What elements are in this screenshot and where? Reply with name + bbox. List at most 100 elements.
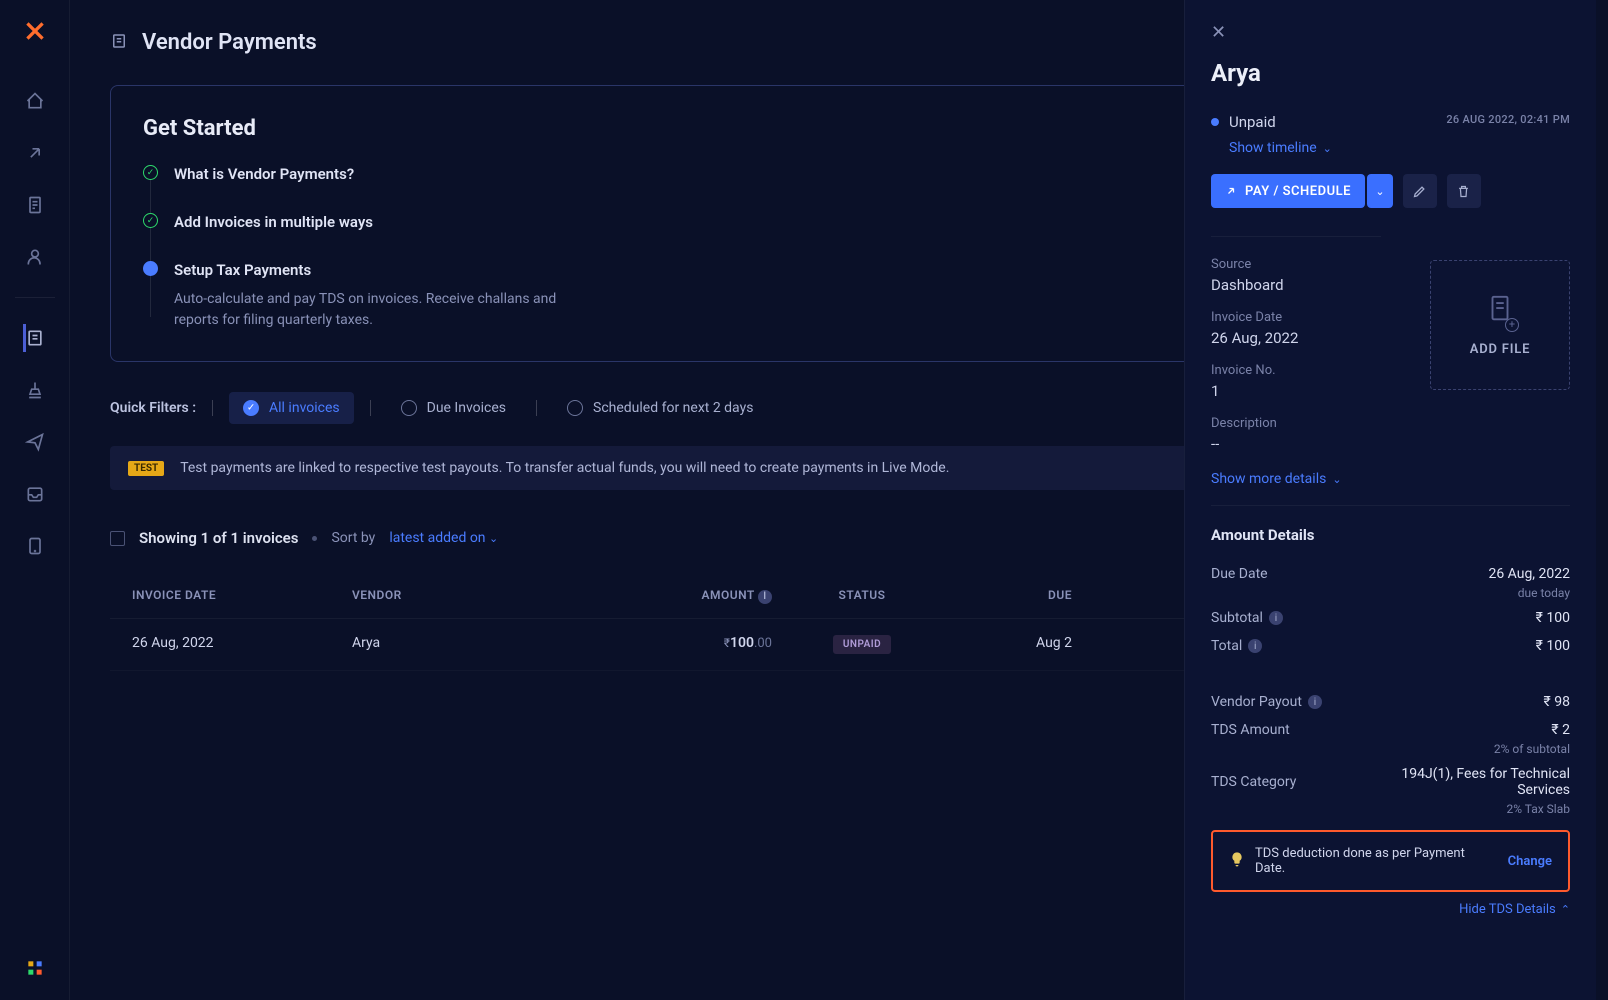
step-item[interactable]: Add Invoices in multiple ways	[143, 213, 594, 241]
test-badge: TEST	[128, 461, 164, 476]
detail-panel: ✕ Arya Unpaid 26 AUG 2022, 02:41 PM Show…	[1184, 0, 1596, 1000]
pay-label: PAY / SCHEDULE	[1245, 184, 1351, 199]
th-invoice-date: INVOICE DATE	[132, 588, 352, 604]
status-dot-icon	[1211, 118, 1219, 126]
sidebar	[0, 0, 70, 1000]
tds-amount-sub: 2% of subtotal	[1211, 742, 1570, 756]
chevron-down-icon: ⌄	[1375, 185, 1384, 198]
edit-button[interactable]	[1403, 174, 1437, 208]
filter-label: Scheduled for next 2 days	[593, 400, 753, 416]
th-due-date: DUE	[952, 588, 1072, 604]
info-icon[interactable]: i	[1308, 695, 1322, 709]
sort-value-text: latest added on	[389, 530, 485, 546]
cell-status: UNPAID	[772, 635, 952, 654]
send-icon[interactable]	[23, 430, 47, 454]
row-tds-category: TDS Category 194J(1), Fees for Technical…	[1211, 760, 1570, 804]
document-icon[interactable]	[23, 193, 47, 217]
cell-invoice-date: 26 Aug, 2022	[132, 635, 352, 654]
detail-value: 1	[1211, 382, 1381, 400]
chevron-down-icon: ⌄	[1332, 473, 1341, 486]
filter-scheduled[interactable]: Scheduled for next 2 days	[553, 392, 767, 424]
detail-value: --	[1211, 435, 1381, 453]
due-date-sub: due today	[1211, 586, 1570, 600]
user-icon[interactable]	[23, 245, 47, 269]
close-button[interactable]: ✕	[1211, 22, 1226, 43]
detail-value: Dashboard	[1211, 276, 1381, 294]
pay-schedule-button[interactable]: PAY / SCHEDULE	[1211, 174, 1365, 208]
step-item[interactable]: What is Vendor Payments?	[143, 165, 594, 193]
hide-link-text: Hide TDS Details	[1459, 902, 1556, 917]
action-row: PAY / SCHEDULE ⌄	[1211, 174, 1570, 208]
kv-label: Due Date	[1211, 566, 1268, 582]
info-icon[interactable]: i	[1269, 611, 1283, 625]
sort-dropdown[interactable]: latest added on ⌄	[389, 530, 498, 546]
show-more-link[interactable]: Show more details ⌄	[1211, 471, 1342, 487]
row-due-date: Due Date 26 Aug, 2022	[1211, 560, 1570, 588]
kv-value: ₹ 98	[1544, 694, 1570, 710]
receipt-icon[interactable]	[23, 326, 47, 350]
sort-label: Sort by	[331, 530, 375, 546]
add-file-button[interactable]: + ADD FILE	[1430, 260, 1570, 390]
delete-button[interactable]	[1447, 174, 1481, 208]
kv-label: Total i	[1211, 638, 1262, 654]
filters-label: Quick Filters :	[110, 400, 196, 416]
radio-icon	[401, 400, 417, 416]
detail-label: Invoice Date	[1211, 310, 1381, 325]
filter-label: Due Invoices	[427, 400, 506, 416]
cell-amount: ₹100.00	[572, 635, 772, 654]
th-status: STATUS	[772, 588, 952, 604]
th-vendor: VENDOR	[352, 588, 572, 604]
pay-dropdown-button[interactable]: ⌄	[1367, 174, 1393, 208]
step-title: What is Vendor Payments?	[174, 165, 594, 183]
inbox-icon[interactable]	[23, 482, 47, 506]
cell-due-date: Aug 2	[952, 635, 1072, 654]
divider	[370, 400, 371, 416]
hide-tds-link[interactable]: Hide TDS Details ⌃	[1211, 902, 1570, 917]
kv-label: Subtotal i	[1211, 610, 1283, 626]
kv-value: ₹ 100	[1536, 638, 1570, 654]
filter-due-invoices[interactable]: Due Invoices	[387, 392, 520, 424]
chevron-down-icon: ⌄	[489, 532, 498, 545]
check-icon	[243, 400, 259, 416]
stamp-icon[interactable]	[23, 378, 47, 402]
receipt-icon	[110, 32, 128, 54]
sidebar-divider	[15, 297, 55, 298]
show-timeline-link[interactable]: Show timeline ⌄	[1229, 140, 1332, 156]
info-icon[interactable]: i	[1248, 639, 1262, 653]
home-icon[interactable]	[23, 89, 47, 113]
info-icon: i	[758, 590, 772, 604]
apps-icon[interactable]	[23, 956, 47, 980]
step-done-icon	[143, 213, 158, 228]
kv-value: ₹ 100	[1536, 610, 1570, 626]
kv-value: 26 Aug, 2022	[1488, 566, 1570, 582]
timeline-link-text: Show timeline	[1229, 140, 1317, 156]
highlight-text: TDS deduction done as per Payment Date.	[1255, 846, 1498, 876]
kv-label: TDS Amount	[1211, 722, 1290, 738]
step-current-icon	[143, 261, 158, 276]
logo	[22, 18, 48, 51]
select-all-checkbox[interactable]	[110, 531, 125, 546]
tds-highlight-box: TDS deduction done as per Payment Date. …	[1211, 830, 1570, 892]
divider	[536, 400, 537, 416]
dot-separator	[312, 536, 317, 541]
detail-source: Source Dashboard	[1211, 257, 1381, 294]
arrow-out-icon[interactable]	[23, 141, 47, 165]
detail-body: Source Dashboard Invoice Date 26 Aug, 20…	[1211, 236, 1381, 453]
step-title: Setup Tax Payments	[174, 261, 594, 279]
get-started-title: Get Started	[143, 116, 594, 141]
th-amount: AMOUNT i	[572, 588, 772, 604]
timestamp: 26 AUG 2022, 02:41 PM	[1446, 113, 1570, 126]
filter-all-invoices[interactable]: All invoices	[229, 392, 354, 424]
file-add-icon: +	[1485, 293, 1515, 330]
detail-description: Description --	[1211, 416, 1381, 453]
row-tds-amount: TDS Amount ₹ 2	[1211, 716, 1570, 744]
show-more-text: Show more details	[1211, 471, 1326, 487]
detail-label: Source	[1211, 257, 1381, 272]
kv-label: Vendor Payout i	[1211, 694, 1322, 710]
detail-invoice-date: Invoice Date 26 Aug, 2022	[1211, 310, 1381, 347]
step-item[interactable]: Setup Tax Payments Auto-calculate and pa…	[143, 261, 594, 331]
tablet-icon[interactable]	[23, 534, 47, 558]
change-link[interactable]: Change	[1508, 854, 1552, 869]
chevron-down-icon: ⌄	[1323, 142, 1332, 155]
tds-category-sub: 2% Tax Slab	[1211, 802, 1570, 816]
